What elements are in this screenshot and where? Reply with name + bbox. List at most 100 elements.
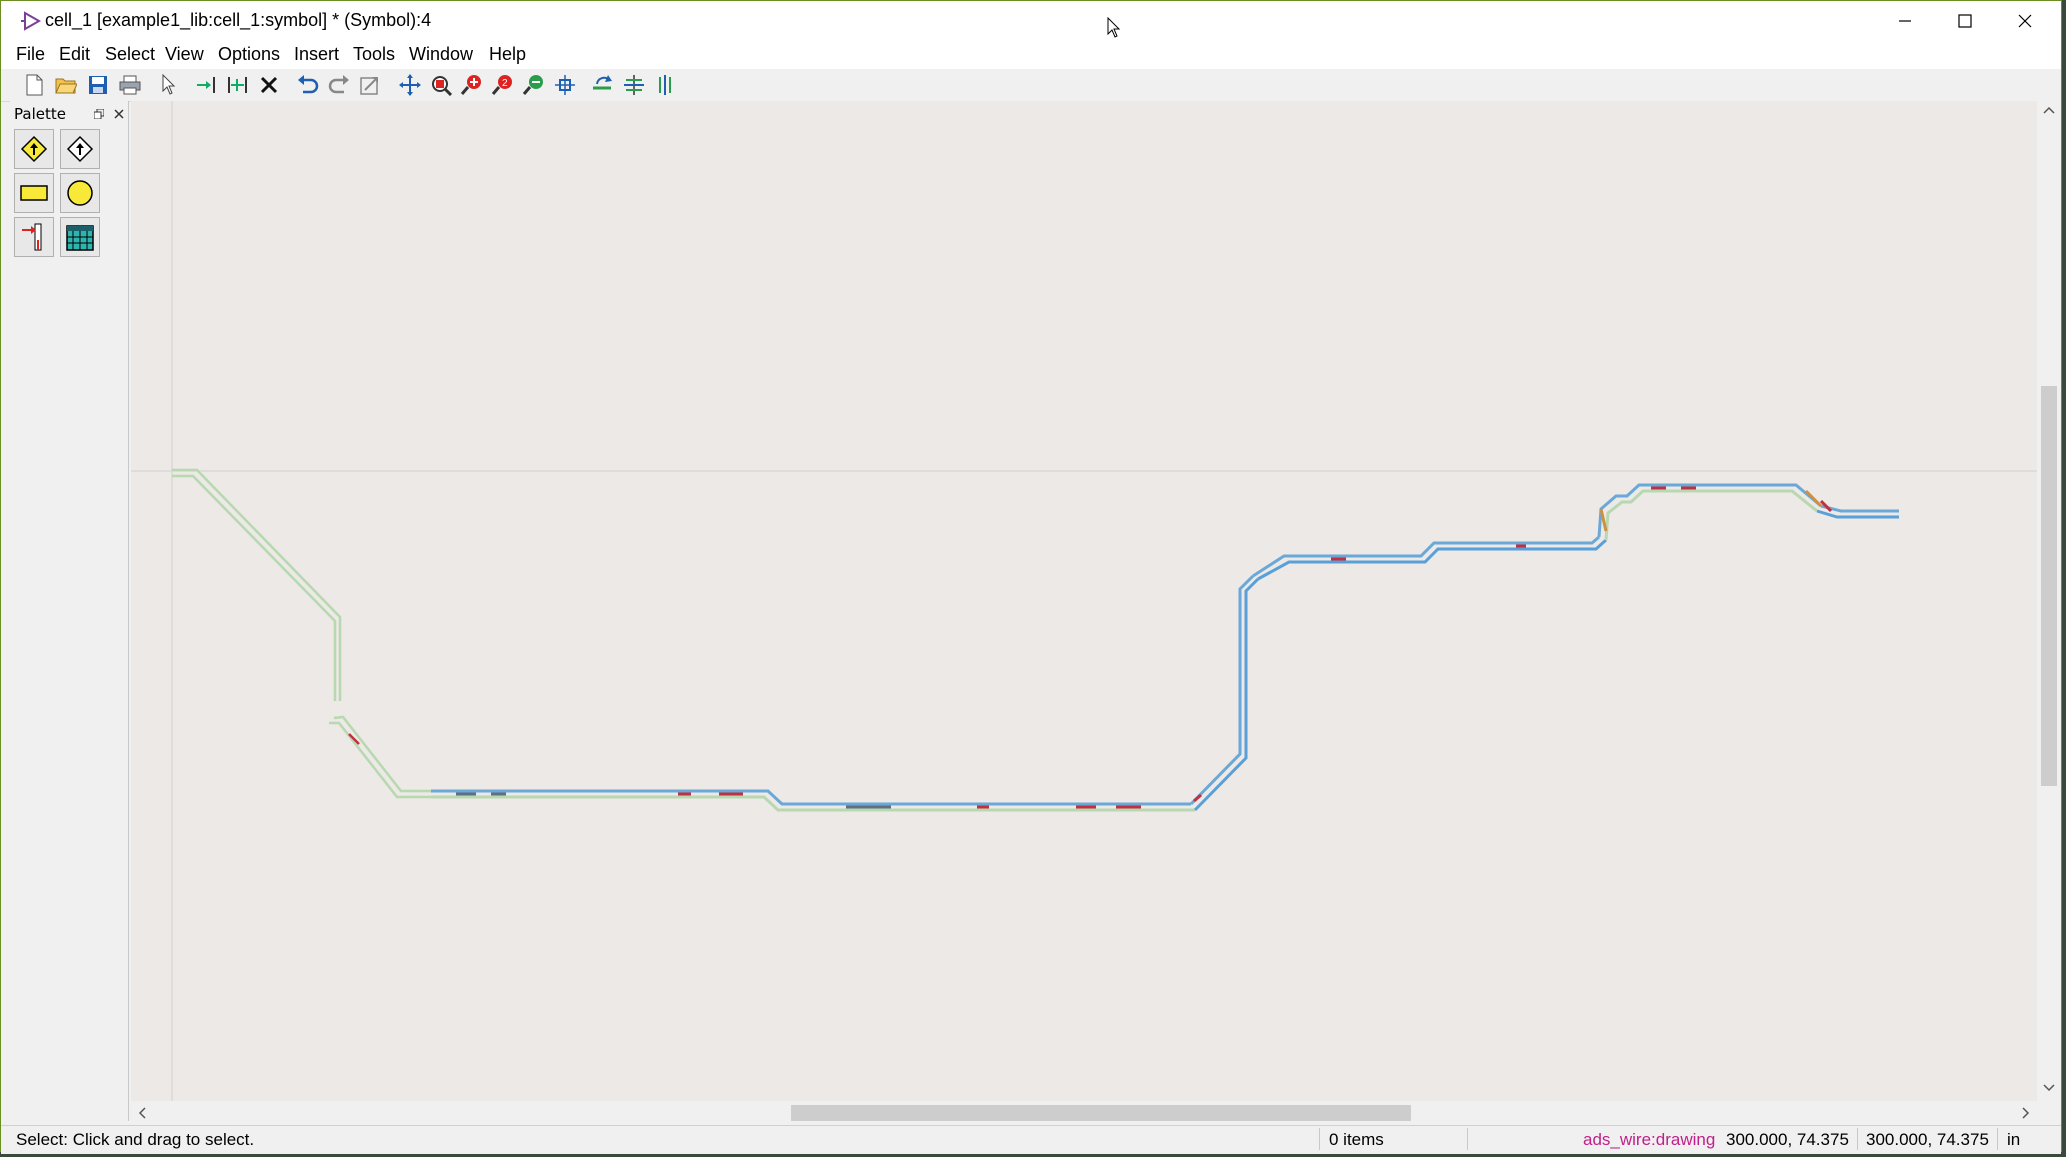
status-bar: Select: Click and drag to select. 0 item… [1, 1125, 2061, 1154]
scroll-right-icon[interactable] [2021, 1107, 2031, 1119]
trace-bottom [431, 574, 1260, 812]
float-panel-icon[interactable] [94, 109, 104, 119]
palette-rectangle-button[interactable] [14, 173, 54, 213]
drawing-canvas[interactable] [131, 101, 2037, 1101]
palette-circle-button[interactable] [60, 173, 100, 213]
select-arrow-icon [162, 74, 176, 95]
open-folder-icon [55, 78, 77, 94]
redo-icon [328, 75, 349, 94]
zoom-previous-button[interactable] [521, 72, 547, 98]
layout-drawing [131, 101, 2037, 1101]
maximize-button[interactable] [1935, 1, 1995, 41]
rectangle-icon [20, 185, 48, 201]
zoom-area-button[interactable] [428, 72, 454, 98]
menu-bar: File Edit Select View Options Insert Too… [1, 41, 2061, 69]
minimize-button[interactable] [1875, 1, 1935, 41]
palette-pin-filled-button[interactable] [14, 129, 54, 169]
close-icon [2018, 14, 2032, 28]
panel-close-icon[interactable] [114, 109, 124, 119]
pin-arrow-filled-icon [20, 135, 48, 163]
vertical-scroll-thumb[interactable] [2041, 386, 2057, 786]
toolbar: 2 [1, 69, 2061, 102]
status-coord-secondary: 300.000, 74.375 [1866, 1130, 1989, 1149]
pan-button[interactable] [552, 72, 578, 98]
palette-panel: Palette [10, 101, 129, 1121]
app-window: cell_1 [example1_lib:cell_1:symbol] * (S… [0, 0, 2062, 1154]
horizontal-scroll-thumb[interactable] [791, 1105, 1411, 1121]
repeat-button[interactable] [357, 72, 383, 98]
trace-orange-segment [1599, 489, 1823, 532]
close-button[interactable] [1995, 1, 2055, 41]
status-coord-primary: 300.000, 74.375 [1726, 1130, 1849, 1149]
delete-icon [260, 76, 278, 94]
mirror-y-button[interactable] [652, 72, 678, 98]
new-file-button[interactable] [21, 72, 47, 98]
zoom-area-icon [432, 76, 452, 96]
status-item-count: 0 items [1329, 1130, 1384, 1149]
palette-header: Palette [10, 103, 128, 125]
move-icon [399, 74, 421, 96]
zoom-out-button[interactable]: 2 [490, 72, 516, 98]
menu-options[interactable]: Options [218, 44, 280, 65]
move-button[interactable] [397, 72, 423, 98]
symbol-pin-icon [22, 223, 42, 251]
select-tool-button[interactable] [156, 72, 182, 98]
menu-edit[interactable]: Edit [59, 44, 90, 65]
svg-text:2: 2 [502, 78, 508, 89]
horizontal-scrollbar[interactable] [131, 1101, 2037, 1125]
vertical-scrollbar[interactable] [2037, 101, 2061, 1101]
palette-pin-outline-button[interactable] [60, 129, 100, 169]
trace-right-upper [1252, 483, 1899, 581]
status-message: Select: Click and drag to select. [16, 1130, 255, 1149]
menu-window[interactable]: Window [409, 44, 473, 65]
palette-symbol-pin-button[interactable] [14, 217, 54, 257]
delete-button[interactable] [256, 72, 282, 98]
menu-select[interactable]: Select [105, 44, 155, 65]
zoom-in-button[interactable] [459, 72, 485, 98]
menu-insert[interactable]: Insert [294, 44, 339, 65]
mirror-y-icon [659, 75, 671, 95]
minimize-icon [1899, 20, 1911, 22]
new-file-icon [26, 74, 43, 96]
pin-arrow-outline-icon [66, 135, 94, 163]
app-logo-icon [21, 11, 42, 31]
insert-pins-icon [228, 77, 247, 93]
repeat-icon [360, 77, 378, 95]
menu-view[interactable]: View [165, 44, 204, 65]
menu-tools[interactable]: Tools [353, 44, 395, 65]
mouse-cursor-icon [1107, 17, 1121, 38]
mirror-x-button[interactable] [621, 72, 647, 98]
calendar-grid-icon [66, 225, 94, 251]
redo-button[interactable] [326, 72, 352, 98]
menu-file[interactable]: File [16, 44, 45, 65]
print-icon [119, 75, 141, 95]
undo-icon [298, 75, 319, 94]
circle-icon [67, 180, 93, 206]
zoom-out-icon: 2 [491, 75, 512, 95]
undo-button[interactable] [295, 72, 321, 98]
pan-icon [555, 75, 575, 95]
open-button[interactable] [53, 72, 79, 98]
zoom-in-icon [460, 75, 481, 95]
mirror-x-icon [624, 75, 644, 95]
status-units: in [2007, 1130, 2021, 1149]
save-button[interactable] [85, 72, 111, 98]
insert-pins-button[interactable] [225, 72, 251, 98]
trace-left-green [172, 468, 431, 799]
scroll-up-icon[interactable] [2043, 105, 2055, 115]
print-button[interactable] [117, 72, 143, 98]
window-title: cell_1 [example1_lib:cell_1:symbol] * (S… [45, 10, 432, 30]
save-icon [89, 76, 107, 94]
title-bar: cell_1 [example1_lib:cell_1:symbol] * (S… [1, 1, 2061, 41]
insert-pin-button[interactable] [194, 72, 220, 98]
rotate-icon [593, 75, 612, 90]
rotate-button[interactable] [590, 72, 616, 98]
palette-grid-button[interactable] [60, 217, 100, 257]
insert-pin-icon [197, 77, 215, 93]
menu-help[interactable]: Help [489, 44, 526, 65]
scroll-down-icon[interactable] [2043, 1083, 2055, 1093]
zoom-previous-icon [522, 75, 543, 95]
scroll-left-icon[interactable] [137, 1107, 147, 1119]
status-layer: ads_wire:drawing [1583, 1130, 1716, 1149]
maximize-icon [1958, 14, 1972, 28]
